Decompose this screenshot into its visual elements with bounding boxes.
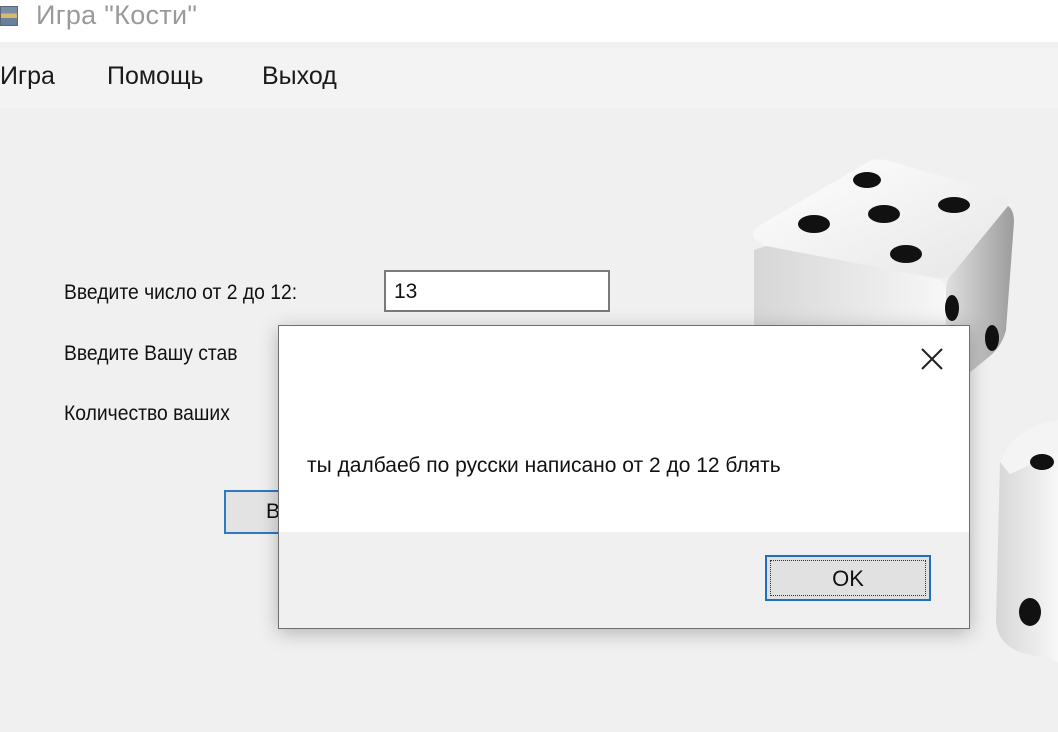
count-label: Количество ваших	[64, 402, 230, 425]
ok-button-label: OK	[832, 566, 864, 591]
number-input-value: 13	[394, 280, 418, 303]
dialog-message: ты далбаеб по русски написано от 2 до 12…	[307, 454, 781, 477]
title-bar: Игра "Кости"	[0, 0, 1058, 42]
number-label: Введите число от 2 до 12:	[64, 281, 298, 304]
menu-item-exit[interactable]: Выход	[262, 62, 337, 91]
bet-label: Введите Вашу став	[64, 342, 238, 365]
number-input[interactable]: 13	[384, 270, 610, 312]
menu-item-help[interactable]: Помощь	[107, 62, 204, 91]
dice-icon	[996, 420, 1058, 662]
message-dialog: ты далбаеб по русски написано от 2 до 12…	[278, 325, 970, 629]
close-icon[interactable]	[917, 344, 947, 374]
menu-item-game[interactable]: Игра	[0, 62, 55, 91]
ok-button[interactable]: OK	[765, 555, 931, 601]
app-icon	[0, 6, 18, 26]
window-title: Игра "Кости"	[36, 0, 198, 30]
